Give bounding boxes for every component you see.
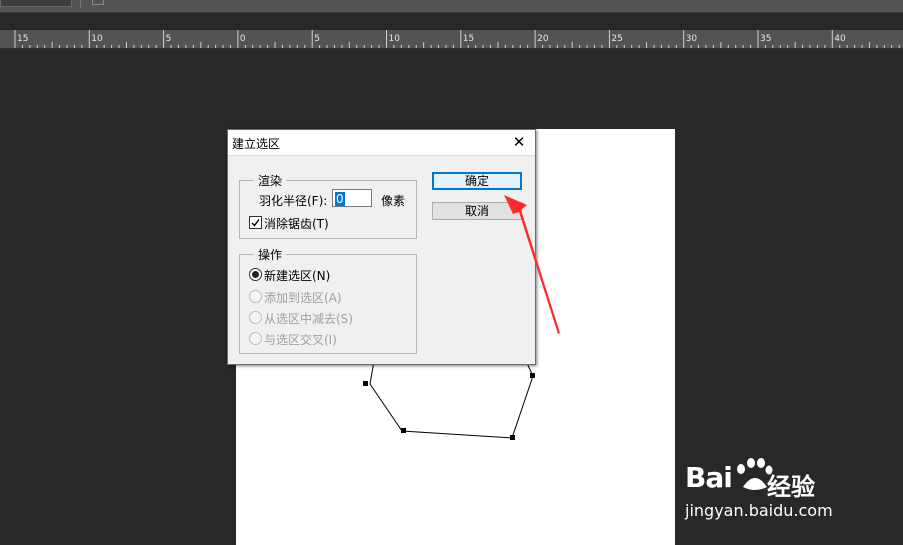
antialias-checkbox[interactable] [249,216,262,229]
radio-subtract-from-selection[interactable] [249,311,262,324]
path-line [369,375,534,439]
anchor-point[interactable] [510,435,515,440]
ruler-label: 15 [17,34,28,44]
close-icon[interactable]: ✕ [509,132,529,152]
dialog-title: 建立选区 [232,137,281,151]
feather-value: 0 [335,192,345,206]
ruler-label: 5 [166,34,172,44]
render-group: 渲染 羽化半径(F): 0 像素 消除锯齿(T) [239,172,417,239]
check-icon [251,219,260,227]
anchor-point[interactable] [401,428,406,433]
options-checkbox[interactable] [92,0,104,5]
watermark-brand-suffix: 经验 [767,473,815,501]
ruler-label: 20 [537,34,549,44]
anchor-point[interactable] [363,381,368,386]
option-subtract-from-selection: 从选区中减去(S) [264,312,353,326]
ok-button[interactable]: 确定 [432,172,522,190]
baidu-watermark: Bai 经验 jingyan.baidu.com [685,458,855,527]
ruler-ticks: 15 10 5 0 5 10 15 20 25 30 35 40 [14,30,900,48]
operation-group: 操作 新建选区(N) 添加到选区(A) 从选区中减去(S) 与选区交叉(I) [239,246,417,354]
radio-intersect-selection[interactable] [249,332,262,345]
cancel-button[interactable]: 取消 [432,202,522,220]
horizontal-ruler: 15 10 5 0 5 10 15 20 25 30 35 40 [0,30,903,49]
antialias-label: 消除锯齿(T) [264,217,329,231]
watermark-brand: Bai [685,461,733,494]
ruler-label: 0 [240,34,246,44]
ruler-label: 5 [314,34,320,44]
radio-add-to-selection[interactable] [249,290,262,303]
radio-new-selection[interactable] [249,268,262,281]
operation-legend: 操作 [254,246,287,263]
dialog-titlebar[interactable]: 建立选区 ✕ [228,130,535,156]
ruler-label: 10 [389,34,401,44]
options-bar [0,0,903,13]
radio-dot [252,271,259,278]
ruler-label: 35 [760,34,771,44]
ruler-label: 10 [91,34,103,44]
options-field[interactable] [0,0,72,7]
option-intersect-selection: 与选区交叉(I) [264,333,337,347]
option-new-selection: 新建选区(N) [264,269,331,283]
make-selection-dialog: 建立选区 ✕ 渲染 羽化半径(F): 0 像素 消除锯齿(T) 操作 新建选区(… [227,129,536,365]
feather-input[interactable]: 0 [332,189,372,207]
ruler-label: 15 [463,34,474,44]
feather-unit: 像素 [381,194,406,208]
render-legend: 渲染 [254,172,287,189]
feather-label: 羽化半径(F): [259,194,328,208]
ruler-label: 25 [611,34,622,44]
ruler-label: 30 [686,34,698,44]
option-add-to-selection: 添加到选区(A) [264,291,342,305]
watermark-url: jingyan.baidu.com [685,501,833,520]
options-separator [80,0,81,8]
anchor-point[interactable] [530,373,535,378]
ruler-label: 40 [834,34,846,44]
